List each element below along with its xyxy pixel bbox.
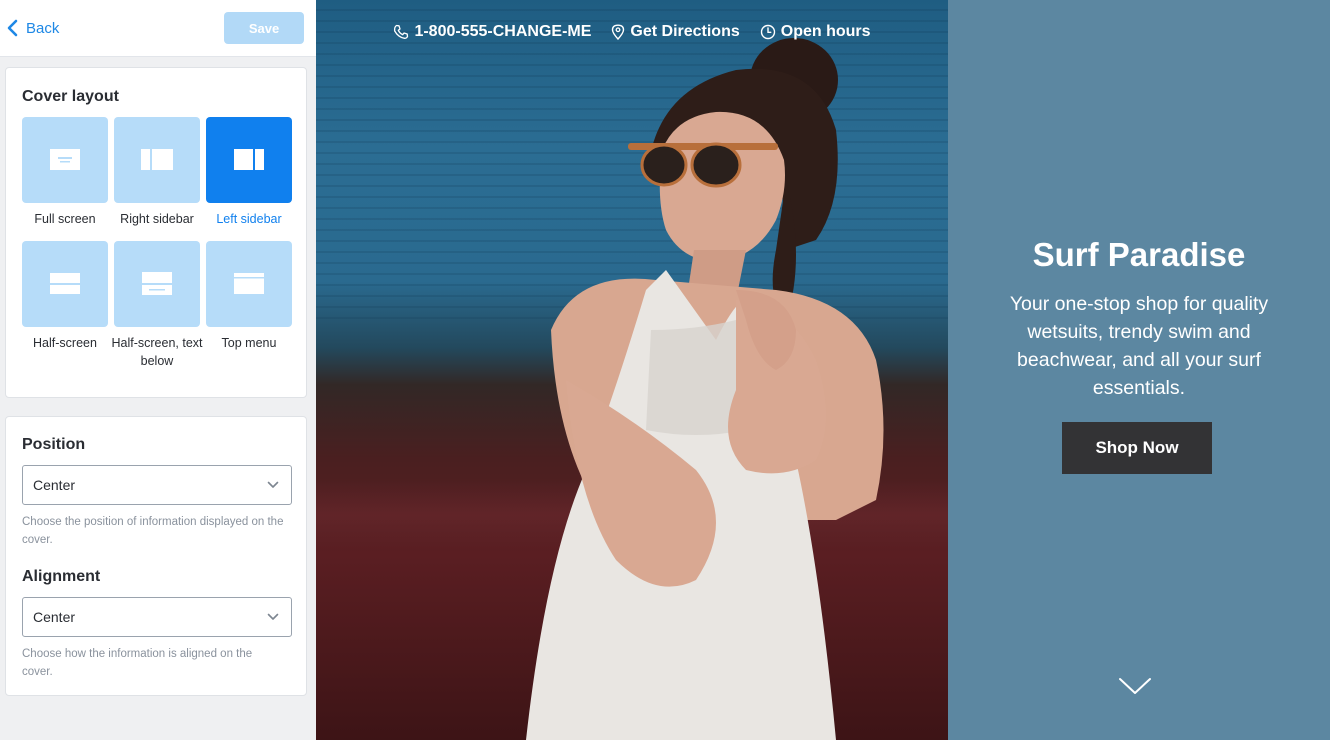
save-button[interactable]: Save xyxy=(224,12,304,44)
cover-headline: Surf Paradise xyxy=(1032,236,1246,273)
layout-label-left-sidebar: Left sidebar xyxy=(216,212,282,226)
alignment-hint: Choose how the information is aligned on… xyxy=(22,648,253,678)
phone-link[interactable]: 1-800-555-CHANGE-ME xyxy=(393,23,591,41)
phone-number: 1-800-555-CHANGE-ME xyxy=(414,23,592,40)
clock-icon xyxy=(760,24,775,40)
shop-now-button[interactable]: Shop Now xyxy=(1062,422,1212,474)
layout-label-right-sidebar: Right sidebar xyxy=(120,212,194,226)
layout-option-full-screen[interactable] xyxy=(22,117,108,203)
chevron-down-icon[interactable] xyxy=(1118,676,1152,696)
position-title: Position xyxy=(22,436,86,453)
layout-option-top-menu[interactable] xyxy=(206,241,292,327)
position-select-value: Center xyxy=(33,477,76,493)
woman-in-white-dress-photo xyxy=(526,38,884,740)
layout-option-half-screen[interactable] xyxy=(22,241,108,327)
phone-icon xyxy=(394,24,409,39)
directions-link[interactable]: Get Directions xyxy=(611,23,740,41)
cover-layout-title: Cover layout xyxy=(22,88,119,105)
back-button[interactable]: Back xyxy=(6,17,59,39)
alignment-title: Alignment xyxy=(22,568,101,585)
layout-option-left-sidebar[interactable] xyxy=(206,117,292,203)
chevron-down-icon xyxy=(267,481,279,488)
chevron-down-icon xyxy=(267,613,279,620)
cover-layout-card: Cover layout Full screen Right sidebar L… xyxy=(5,67,307,398)
alignment-select-value: Center xyxy=(33,609,76,625)
layout-left-sidebar-icon xyxy=(234,149,264,170)
cover-editor-panel: Back Save Cover layout Full screen Right… xyxy=(0,0,316,740)
layout-label-half-screen: Half-screen xyxy=(33,336,97,350)
layout-half-screen-icon xyxy=(50,273,80,294)
layout-full-screen-icon xyxy=(50,149,80,170)
cover-sidebar: Surf Paradise Your one-stop shop for qua… xyxy=(948,0,1330,740)
layout-right-sidebar-icon xyxy=(141,149,173,170)
open-hours-label: Open hours xyxy=(780,23,871,40)
position-select[interactable]: Center xyxy=(22,465,292,505)
location-pin-icon xyxy=(612,24,625,40)
layout-half-screen-text-below-icon xyxy=(142,272,172,295)
back-label: Back xyxy=(26,19,60,37)
layout-label-top-menu: Top menu xyxy=(221,336,277,350)
cover-photo xyxy=(316,0,948,740)
layout-option-right-sidebar[interactable] xyxy=(114,117,200,203)
directions-label: Get Directions xyxy=(630,23,740,40)
open-hours-link[interactable]: Open hours xyxy=(760,23,871,41)
layout-top-menu-icon xyxy=(234,273,264,294)
position-hint: Choose the position of information displ… xyxy=(22,516,284,546)
alignment-select[interactable]: Center xyxy=(22,597,292,637)
cover-tagline: Your one-stop shop for quality wetsuits,… xyxy=(1009,293,1269,399)
chevron-left-icon xyxy=(7,19,18,37)
editor-topbar: Back Save xyxy=(0,0,316,57)
layout-label-full-screen: Full screen xyxy=(34,212,96,226)
contact-bar: 1-800-555-CHANGE-ME Get Directions Open … xyxy=(316,20,948,44)
layout-option-half-screen-text-below[interactable] xyxy=(114,241,200,327)
position-alignment-card: Position Center Choose the position of i… xyxy=(5,416,307,696)
layout-label-half-screen-text-below: Half-screen, text below xyxy=(111,336,203,368)
